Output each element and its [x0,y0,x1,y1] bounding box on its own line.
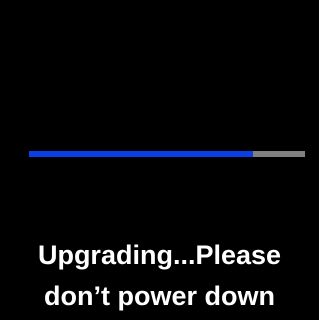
upgrade-progress-fill [29,151,253,157]
upgrade-status-line-2: don’t power down [44,281,275,311]
upgrade-progress-bar [29,151,305,157]
upgrade-status-line-1: Upgrading...Please [37,240,282,270]
device-screen: Upgrading...Please don’t power down [0,0,319,320]
